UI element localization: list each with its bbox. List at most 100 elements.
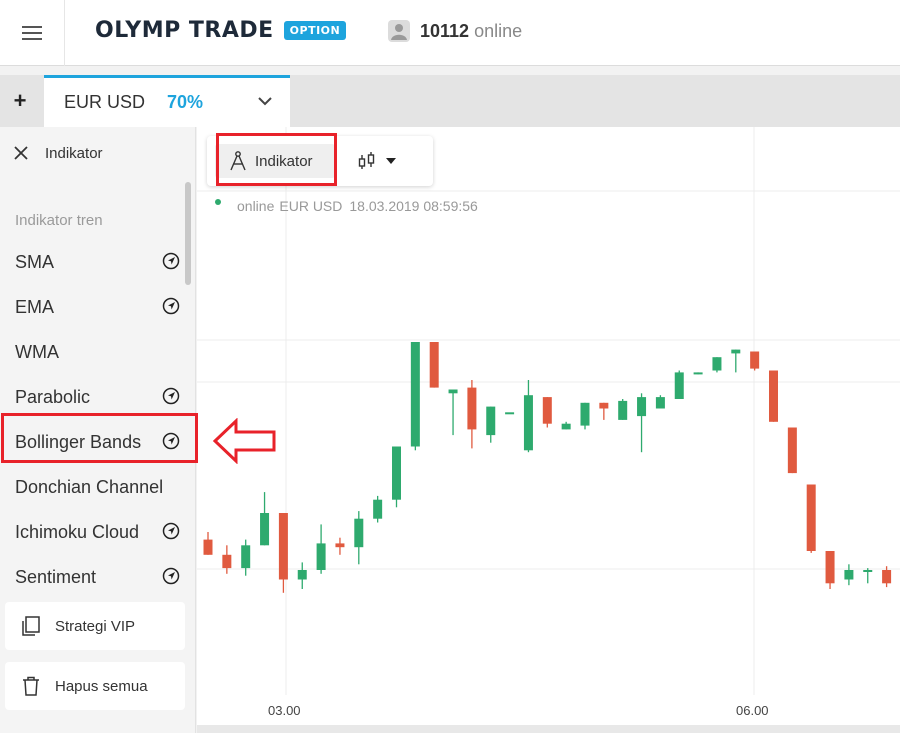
arrow-left-icon <box>212 418 276 464</box>
copy-icon <box>22 616 40 636</box>
quote-time: 18.03.2019 08:59:56 <box>349 198 478 214</box>
sidebar-item-sentiment[interactable]: Sentiment <box>0 555 190 599</box>
sidebar-item-label: Bollinger Bands <box>15 431 142 452</box>
sidebar-item-label: Sentiment <box>15 566 97 587</box>
online-count: 10112 <box>420 20 470 41</box>
sidebar-item-label: WMA <box>15 341 59 362</box>
candle-body <box>410 342 420 447</box>
quote-pair: EUR USD <box>279 198 343 214</box>
navigation-icon <box>162 297 180 315</box>
candle-body <box>561 423 571 430</box>
strategy-vip-label: Strategi VIP <box>55 617 136 635</box>
sidebar-item-label: Donchian Channel <box>15 476 164 497</box>
candle-body <box>316 543 326 570</box>
sidebar-item-label: Ichimoku Cloud <box>15 521 140 542</box>
quote-prefix: online <box>237 198 275 214</box>
strategy-vip-button[interactable]: Strategi VIP <box>5 602 185 650</box>
x-tick-label: 06.00 <box>736 703 769 718</box>
candle-body <box>863 570 873 572</box>
sidebar-item-ichimoku-cloud[interactable]: Ichimoku Cloud <box>0 510 190 554</box>
candle-body <box>806 484 816 551</box>
sidebar-item-label: SMA <box>15 251 55 272</box>
app-window: OLYMP TRADE OPTION 10112 online + EUR US… <box>0 0 900 733</box>
candle-body <box>448 389 458 394</box>
candle-body <box>825 551 835 584</box>
indicator-button-label: Indikator <box>255 152 313 170</box>
candle-body <box>505 412 515 415</box>
x-axis: 03.00 06.00 <box>197 695 900 725</box>
quote-line: online EUR USD 18.03.2019 08:59:56 <box>215 198 478 214</box>
navigation-icon <box>162 387 180 405</box>
logo-text: OLYMP TRADE <box>95 18 274 43</box>
navigation-icon <box>162 567 180 585</box>
candle-body <box>693 372 703 375</box>
candle-body <box>203 539 213 555</box>
candle-body <box>260 513 270 546</box>
top-header: OLYMP TRADE OPTION 10112 online <box>0 0 900 66</box>
candle-body <box>674 372 684 399</box>
candle-body <box>486 406 496 436</box>
sidebar-header: Indikator <box>0 127 196 179</box>
sidebar-section-label: Indikator tren <box>15 212 103 229</box>
asset-tab[interactable]: EUR USD 70% <box>44 75 290 127</box>
asset-tab-bar: + EUR USD 70% <box>0 75 900 127</box>
clear-all-button[interactable]: Hapus semua <box>5 662 185 710</box>
candle-body <box>297 570 307 580</box>
sidebar-item-sma[interactable]: SMA <box>0 240 190 284</box>
asset-pair: EUR USD <box>64 92 146 112</box>
candle-body <box>542 397 552 424</box>
chart-bottom-scroll-strip[interactable] <box>197 725 900 733</box>
add-tab-button[interactable]: + <box>0 75 40 127</box>
online-label: online <box>474 20 523 41</box>
hamburger-menu-button[interactable] <box>0 0 65 66</box>
asset-payout: 70% <box>167 92 204 112</box>
user-icon <box>388 20 410 42</box>
candle-body <box>750 351 760 369</box>
clear-all-label: Hapus semua <box>55 677 148 695</box>
sidebar-item-wma[interactable]: WMA <box>0 330 190 374</box>
sidebar-item-parabolic[interactable]: Parabolic <box>0 375 190 419</box>
indicator-button[interactable]: Indikator <box>215 144 335 178</box>
candle-body <box>241 545 251 569</box>
navigation-icon <box>162 522 180 540</box>
sidebar-item-ema[interactable]: EMA <box>0 285 190 329</box>
chevron-down-icon[interactable] <box>258 96 272 106</box>
sidebar-item-donchian-channel[interactable]: Donchian Channel <box>0 465 190 509</box>
candle-body <box>373 499 383 519</box>
candle-body <box>392 446 401 500</box>
candle-body <box>467 387 477 430</box>
hamburger-menu-icon <box>22 26 42 40</box>
close-icon[interactable] <box>12 144 30 162</box>
online-dot-icon <box>215 199 221 205</box>
candle-body <box>523 395 533 451</box>
candle-body <box>278 513 288 580</box>
candle-body <box>731 349 741 354</box>
candle-body <box>354 518 364 548</box>
navigation-icon <box>162 432 180 450</box>
x-tick-label: 03.00 <box>268 703 301 718</box>
candle-body <box>882 570 892 584</box>
sidebar-item-label: Parabolic <box>15 386 91 407</box>
sidebar-item-bollinger-bands[interactable]: Bollinger Bands <box>0 420 190 464</box>
candle-body <box>769 370 778 422</box>
candle-body <box>580 402 590 426</box>
chart-type-dropdown[interactable] <box>357 149 407 173</box>
sidebar-item-label: EMA <box>15 296 55 317</box>
trash-icon <box>23 676 39 696</box>
candle-body <box>787 427 797 474</box>
chart-toolbar: Indikator <box>207 136 433 186</box>
candle-body <box>222 554 232 569</box>
candle-body <box>844 570 854 580</box>
compass-icon <box>230 151 246 171</box>
caret-down-icon <box>386 158 396 164</box>
price-chart-area[interactable]: Indikator online EUR USD 18.03.2019 08:5… <box>197 127 900 725</box>
brand-logo[interactable]: OLYMP TRADE OPTION <box>95 18 347 43</box>
candle-body <box>712 357 722 371</box>
candle-body <box>599 402 609 409</box>
candle-body <box>637 397 647 417</box>
navigation-icon <box>162 252 180 270</box>
sidebar-title: Indikator <box>45 144 103 162</box>
candle-body <box>618 400 628 420</box>
online-users-indicator: 10112 online <box>388 20 522 42</box>
candle-body <box>429 342 439 388</box>
